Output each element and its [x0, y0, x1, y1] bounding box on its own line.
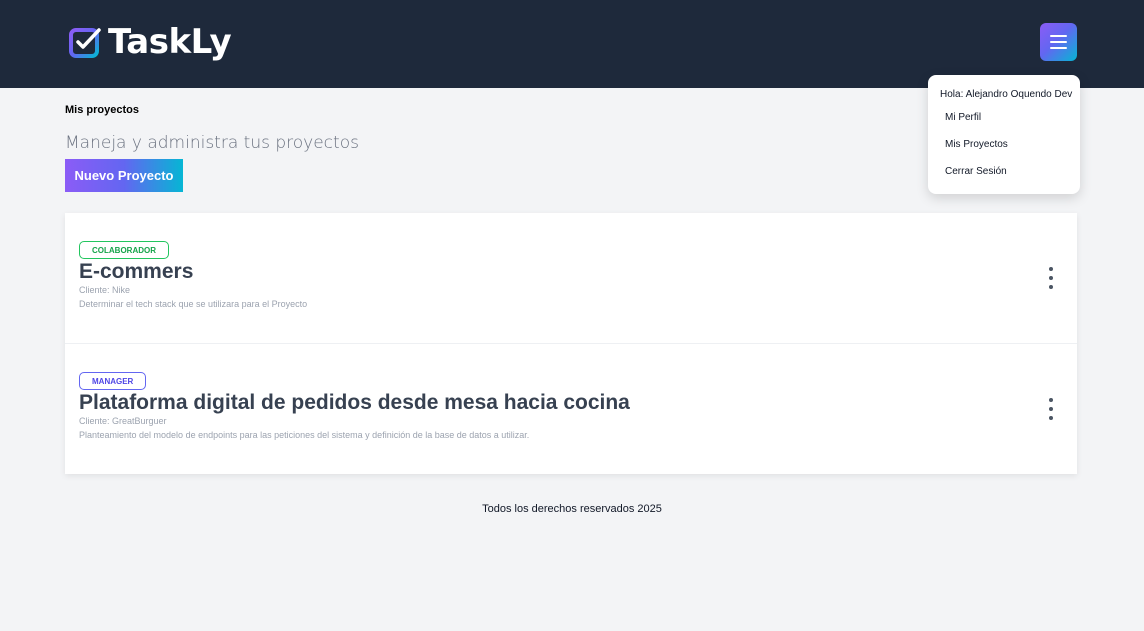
logo-check-icon [69, 28, 101, 58]
user-dropdown-menu: Hola: Alejandro Oquendo Dev Mi Perfil Mi… [928, 75, 1080, 194]
menu-item-projects[interactable]: Mis Proyectos [945, 139, 1008, 150]
role-badge: MANAGER [79, 372, 147, 390]
project-client: Cliente: Nike [79, 285, 131, 295]
user-greeting: Hola: Alejandro Oquendo Dev [940, 89, 1073, 100]
project-item[interactable]: MANAGER Plataforma digital de pedidos de… [65, 343, 1077, 474]
menu-toggle-button[interactable] [1040, 23, 1077, 61]
project-name[interactable]: Plataforma digital de pedidos desde mesa… [79, 391, 630, 415]
hamburger-icon [1050, 35, 1067, 37]
kebab-menu-icon[interactable] [1044, 398, 1058, 420]
menu-item-logout[interactable]: Cerrar Sesión [945, 166, 1007, 177]
new-project-button[interactable]: Nuevo Proyecto [65, 159, 183, 192]
project-name[interactable]: E-commers [79, 260, 193, 284]
project-client: Cliente: GreatBurguer [79, 416, 167, 426]
project-item[interactable]: COLABORADOR E-commers Cliente: Nike Dete… [65, 213, 1077, 343]
project-description: Determinar el tech stack que se utilizar… [79, 299, 308, 309]
footer-text: Todos los derechos reservados 2025 [482, 503, 662, 515]
role-badge: COLABORADOR [79, 241, 169, 259]
logo[interactable]: TaskLy [68, 22, 232, 62]
project-description: Planteamiento del modelo de endpoints pa… [79, 430, 530, 440]
logo-text: TaskLy [108, 22, 232, 62]
menu-item-profile[interactable]: Mi Perfil [945, 112, 981, 123]
page-title: Mis proyectos [65, 104, 139, 116]
projects-list: COLABORADOR E-commers Cliente: Nike Dete… [65, 213, 1077, 474]
kebab-menu-icon[interactable] [1044, 267, 1058, 289]
page-subtitle: Maneja y administra tus proyectos [65, 133, 359, 153]
